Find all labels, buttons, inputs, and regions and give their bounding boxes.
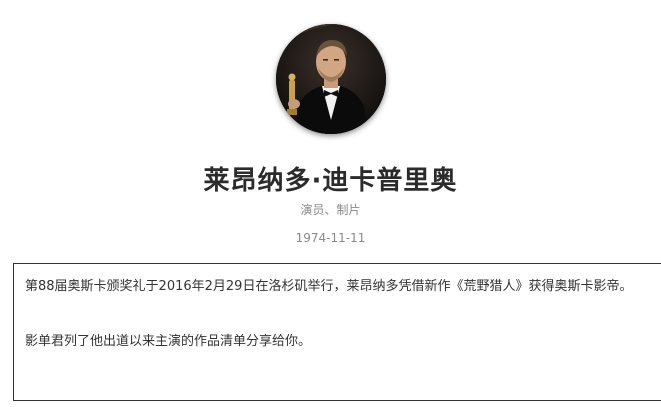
- profile-page: 莱昂纳多·迪卡普里奥 演员、制片 1974-11-11 第88届奥斯卡颁奖礼于2…: [0, 0, 661, 407]
- avatar[interactable]: [276, 24, 386, 134]
- bio-spacer: [25, 297, 649, 331]
- bio-box: 第88届奥斯卡颁奖礼于2016年2月29日在洛杉矶举行，莱昂纳多凭借新作《荒野猎…: [13, 263, 661, 401]
- birth-date: 1974-11-11: [295, 231, 366, 245]
- person-name: 莱昂纳多·迪卡普里奥: [203, 166, 458, 196]
- person-roles: 演员、制片: [300, 203, 361, 217]
- bio-paragraph-2: 影单君列了他出道以来主演的作品清单分享给你。: [25, 334, 312, 349]
- bio-paragraph-1: 第88届奥斯卡颁奖礼于2016年2月29日在洛杉矶举行，莱昂纳多凭借新作《荒野猎…: [25, 279, 633, 294]
- person-portrait-icon: [276, 24, 386, 134]
